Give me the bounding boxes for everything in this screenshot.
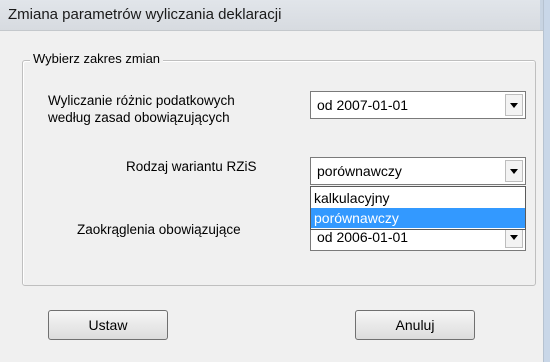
tax-differences-label-line2: według zasad obowiązujących — [48, 110, 230, 125]
title-bar: Zmiana parametrów wyliczania deklaracji — [0, 0, 550, 31]
cancel-button[interactable]: Anuluj — [355, 310, 475, 340]
groupbox-legend: Wybierz zakres zmian — [30, 51, 164, 66]
rzis-variant-dropdown-list: kalkulacyjny porównawczy — [310, 186, 526, 230]
tax-differences-label-line1: Wyliczanie różnic podatkowych — [48, 93, 235, 108]
window-frame-right — [543, 0, 550, 362]
chevron-down-icon — [510, 103, 518, 108]
rounding-label: Zaokrąglenia obowiązujące — [77, 222, 241, 237]
dropdown-arrow-button[interactable] — [505, 160, 523, 182]
tax-differences-date-value: od 2007-01-01 — [317, 97, 409, 113]
rounding-date-value: od 2006-01-01 — [317, 229, 409, 245]
tax-differences-date-select[interactable]: od 2007-01-01 — [310, 91, 526, 119]
chevron-down-icon — [510, 235, 518, 240]
rzis-variant-select[interactable]: porównawczy — [310, 157, 526, 185]
chevron-down-icon — [510, 169, 518, 174]
dropdown-option-porownawczy[interactable]: porównawczy — [311, 208, 525, 228]
set-button[interactable]: Ustaw — [48, 310, 168, 340]
rzis-variant-value: porównawczy — [317, 163, 402, 179]
rzis-variant-label: Rodzaj wariantu RZiS — [126, 159, 257, 174]
window-title: Zmiana parametrów wyliczania deklaracji — [8, 6, 282, 23]
dropdown-option-kalkulacyjny[interactable]: kalkulacyjny — [311, 188, 525, 208]
dropdown-arrow-button[interactable] — [505, 94, 523, 116]
